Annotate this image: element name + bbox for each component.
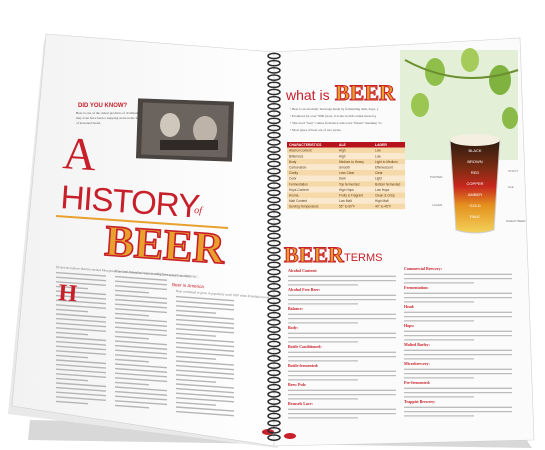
table-cell: Top fermented bbox=[339, 182, 360, 186]
glossary-term: Bottle-fermented: bbox=[288, 363, 318, 368]
table-cell: Light bbox=[375, 177, 382, 181]
glossary-term: Alcohol Content: bbox=[288, 268, 317, 273]
terms-word: TERMS bbox=[344, 252, 383, 264]
glossary-term: Alcohol Free Beer: bbox=[288, 287, 320, 292]
glossary-term: Fermentation: bbox=[404, 285, 429, 290]
table-cell: Light to Medium bbox=[375, 160, 398, 164]
glossary-term: Bottle Conditioned: bbox=[288, 344, 322, 349]
table-cell: Medium to Heavy bbox=[339, 160, 364, 164]
table-cell: 55° to 60°F bbox=[339, 205, 355, 209]
table-cell: Low Malt bbox=[339, 199, 352, 203]
table-cell: Color bbox=[289, 177, 298, 181]
table-cell: Less Clear bbox=[339, 171, 355, 175]
glass-label: BLACK bbox=[468, 148, 481, 153]
table-cell: Low bbox=[375, 154, 382, 158]
table-cell: Aroma bbox=[289, 194, 299, 198]
ale-vs-lager-table: CHARACTERISTICS ALE LAGER Alcohol Content Hi… bbox=[287, 142, 405, 210]
glass-label: AMBER bbox=[468, 192, 482, 197]
table-cell: Bottom fermented bbox=[375, 182, 401, 186]
booklet-illustration: DID YOU KNOW? Beer is one of the oldest … bbox=[8, 33, 535, 448]
table-cell: High bbox=[339, 149, 346, 153]
table-cell: Clean & Crisp bbox=[375, 194, 395, 198]
table-cell: Effervescent bbox=[375, 166, 393, 170]
table-cell: High Malt bbox=[375, 199, 389, 203]
glass-label: BROWN bbox=[467, 159, 482, 164]
table-header-cell: LAGER bbox=[375, 143, 387, 147]
glossary-term: Commercial Brewery: bbox=[404, 266, 442, 271]
svg-text:STOUT: STOUT bbox=[508, 169, 518, 173]
table-row bbox=[287, 153, 405, 159]
table-cell: Low bbox=[375, 149, 382, 153]
glossary-term: Hops: bbox=[404, 323, 414, 328]
glossary-term: Malted Barley: bbox=[404, 342, 430, 347]
table-cell: Dark bbox=[339, 177, 346, 181]
table-cell: Smooth bbox=[339, 166, 350, 170]
intro-bullet: • The word "beer" comes from the Latin w… bbox=[290, 121, 382, 125]
glossary-term: Body: bbox=[288, 325, 298, 330]
glass-label: COPPER bbox=[467, 181, 484, 186]
table-cell: Serving Temperature bbox=[289, 205, 319, 209]
table-cell: Low Hops bbox=[375, 188, 390, 192]
glossary-term: Trappist Brewery: bbox=[404, 399, 436, 404]
table-cell: Fruity & Fragrant bbox=[339, 194, 363, 198]
photo-figure-left bbox=[160, 113, 180, 137]
open-booklet-photo: DID YOU KNOW? Beer is one of the oldest … bbox=[0, 0, 545, 450]
headline-beer: BEER bbox=[103, 216, 227, 273]
table-cell: Carbonation bbox=[289, 166, 307, 170]
table-cell: High Hops bbox=[339, 188, 354, 192]
glossary-term: Brew Pub: bbox=[288, 382, 306, 387]
intro-bullet: • Most types of beer are of two styles. bbox=[290, 128, 342, 132]
what-is-label: what is bbox=[285, 87, 330, 103]
glossary-term: Head: bbox=[404, 304, 414, 309]
beer-foam bbox=[450, 134, 500, 146]
headline-a: A bbox=[61, 127, 98, 180]
svg-text:PORTER: PORTER bbox=[430, 175, 443, 179]
what-is-beer-label: BEER bbox=[335, 80, 396, 105]
table-header-cell: ALE bbox=[339, 143, 347, 147]
table-cell: Body bbox=[289, 160, 297, 164]
table-cell: Malt Content bbox=[289, 199, 307, 203]
did-you-know-title: DID YOU KNOW? bbox=[78, 103, 128, 109]
table-cell: 40° to 45°F bbox=[375, 205, 391, 209]
svg-text:LAGER: LAGER bbox=[432, 203, 443, 207]
terms-beer-word: BEER bbox=[284, 242, 345, 267]
svg-text:WHEAT BEER: WHEAT BEER bbox=[506, 219, 526, 223]
glossary-term: Brussels Lace: bbox=[288, 401, 313, 406]
table-row bbox=[287, 175, 405, 182]
miller-logo-right bbox=[284, 433, 296, 439]
table-cell: Clarity bbox=[289, 171, 298, 175]
table-cell: Fermentation bbox=[289, 182, 308, 186]
beer-color-glass bbox=[449, 139, 501, 234]
table-cell: Clear bbox=[375, 171, 384, 175]
glass-label: GOLD bbox=[469, 203, 480, 208]
glossary-term: Microbrewery: bbox=[404, 361, 430, 366]
svg-text:ALE: ALE bbox=[508, 185, 514, 189]
did-you-know-line: of leavened bread. bbox=[76, 121, 101, 125]
photo-table bbox=[160, 140, 218, 150]
table-cell: High bbox=[339, 154, 346, 158]
table-cell: Hops Content bbox=[289, 188, 309, 192]
glossary-term: Pre-fermented: bbox=[404, 380, 430, 385]
glass-label: PALE bbox=[470, 214, 480, 219]
table-cell: Bitterness bbox=[289, 154, 304, 158]
glass-label: RED bbox=[471, 170, 480, 175]
photo-figure-right bbox=[193, 116, 217, 144]
drop-cap-h: H bbox=[58, 280, 79, 307]
table-cell: Alcohol Content bbox=[289, 149, 312, 153]
glossary-term: Balance: bbox=[288, 306, 303, 311]
table-header-cell: CHARACTERISTICS bbox=[289, 143, 322, 147]
